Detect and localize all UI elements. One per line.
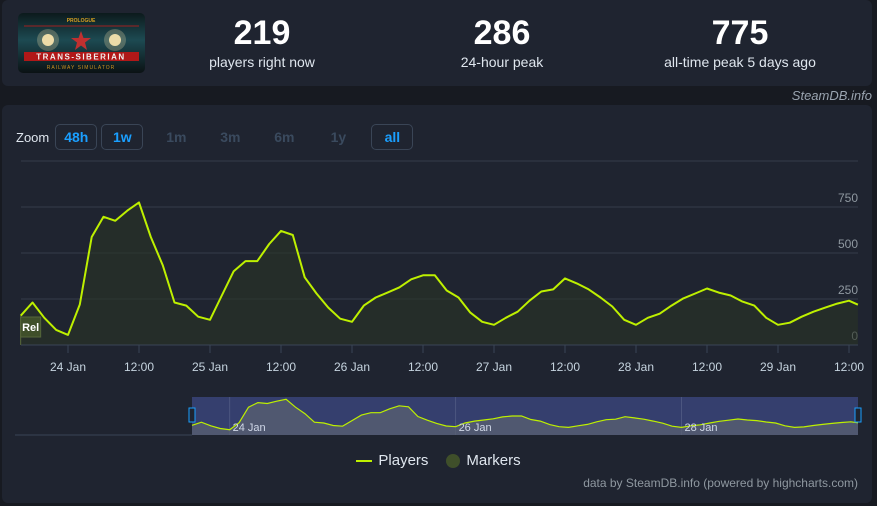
legend-label: Markers xyxy=(466,452,521,469)
y-tick-label: 750 xyxy=(838,191,858,205)
marker-label: Rel xyxy=(22,322,39,334)
x-tick-label: 26 Jan xyxy=(334,360,370,374)
x-tick-label: 12:00 xyxy=(408,360,438,374)
y-tick-label: 250 xyxy=(838,283,858,297)
navigator-tick-label: 24 Jan xyxy=(233,422,266,434)
navigator-left-handle[interactable] xyxy=(188,407,196,423)
x-tick-label: 27 Jan xyxy=(476,360,512,374)
x-tick-label: 12:00 xyxy=(692,360,722,374)
x-tick-label: 25 Jan xyxy=(192,360,228,374)
player-chart[interactable]: 0250500750 Rel 24 Jan12:0025 Jan12:0026 … xyxy=(0,0,877,506)
navigator-tick-label: 26 Jan xyxy=(459,422,492,434)
dot-swatch-icon xyxy=(446,453,461,468)
x-tick-label: 12:00 xyxy=(550,360,580,374)
x-tick-label: 12:00 xyxy=(266,360,296,374)
x-tick-label: 24 Jan xyxy=(50,360,86,374)
x-tick-label: 12:00 xyxy=(124,360,154,374)
credits-link[interactable]: data by SteamDB.info (powered by highcha… xyxy=(583,476,858,490)
legend-players[interactable]: Players xyxy=(356,452,428,469)
x-tick-label: 12:00 xyxy=(834,360,864,374)
navigator-tick-label: 28 Jan xyxy=(684,422,717,434)
navigator-right-handle[interactable] xyxy=(854,407,862,423)
legend-label: Players xyxy=(378,452,429,469)
legend-markers[interactable]: Markers xyxy=(446,452,521,469)
navigator[interactable]: 24 Jan 26 Jan 28 Jan xyxy=(15,397,862,436)
x-tick-label: 28 Jan xyxy=(618,360,654,374)
line-swatch-icon xyxy=(356,459,373,462)
legend: Players Markers xyxy=(0,452,877,469)
y-tick-label: 500 xyxy=(838,237,858,251)
x-tick-label: 29 Jan xyxy=(760,360,796,374)
